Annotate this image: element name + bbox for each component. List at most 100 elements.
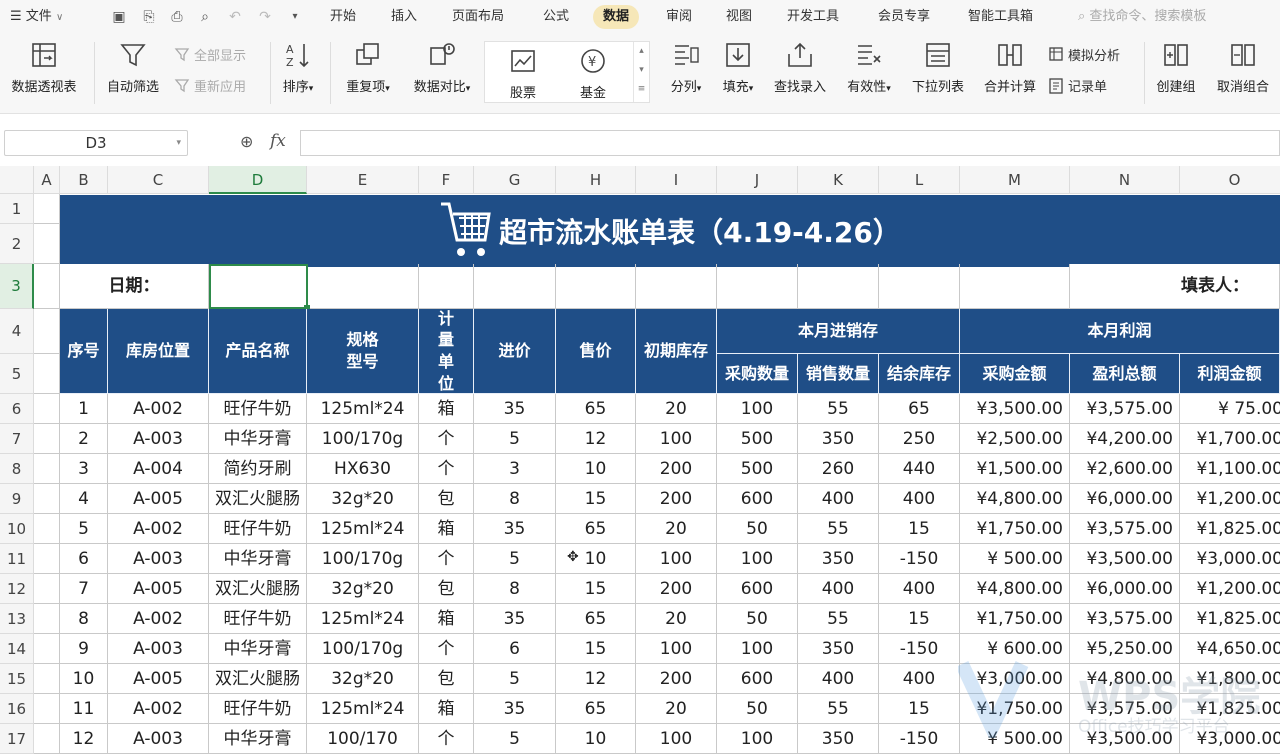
table-cell[interactable]: 中华牙膏 [209, 424, 307, 454]
cell-a15[interactable] [34, 664, 60, 694]
table-cell[interactable]: 4 [60, 484, 108, 514]
row-header-17[interactable]: 17 [0, 724, 34, 754]
table-cell[interactable]: 125ml*24 [307, 694, 419, 724]
table-cell[interactable]: 20 [636, 394, 717, 424]
column-header-h[interactable]: H [556, 166, 636, 194]
table-cell[interactable]: 100 [717, 544, 798, 574]
table-cell[interactable]: 中华牙膏 [209, 544, 307, 574]
column-header-f[interactable]: F [419, 166, 474, 194]
table-cell[interactable]: 350 [798, 634, 879, 664]
table-cell[interactable]: ¥ 75.00 [1180, 394, 1280, 424]
table-cell[interactable]: 500 [717, 424, 798, 454]
table-cell[interactable]: 15 [556, 484, 636, 514]
table-cell[interactable]: 10 [556, 454, 636, 484]
row-header-9[interactable]: 9 [0, 484, 34, 514]
cell-f3[interactable] [419, 264, 474, 309]
table-cell[interactable]: A-003 [108, 424, 209, 454]
table-cell[interactable]: 125ml*24 [307, 394, 419, 424]
table-cell[interactable]: 15 [879, 514, 960, 544]
table-cell[interactable]: 包 [419, 484, 474, 514]
table-cell[interactable]: 65 [556, 694, 636, 724]
duplicates-button[interactable]: 重复项▾ [340, 40, 396, 95]
column-header-i[interactable]: I [636, 166, 717, 194]
table-cell[interactable]: 简约牙刷 [209, 454, 307, 484]
row-header-12[interactable]: 12 [0, 574, 34, 604]
table-cell[interactable]: 20 [636, 694, 717, 724]
table-cell[interactable]: 600 [717, 664, 798, 694]
lookup-entry-button[interactable]: 查找录入 [768, 40, 832, 95]
table-cell[interactable]: 400 [879, 664, 960, 694]
table-cell[interactable]: 11 [60, 694, 108, 724]
table-cell[interactable]: A-004 [108, 454, 209, 484]
table-cell[interactable]: 50 [717, 604, 798, 634]
table-cell[interactable]: 8 [60, 604, 108, 634]
table-cell[interactable]: 10 [556, 724, 636, 754]
table-cell[interactable]: 100 [636, 424, 717, 454]
zoom-formula-icon[interactable]: ⊕ [240, 132, 253, 151]
format-painter-icon[interactable]: ⎘ [140, 8, 158, 26]
row-header-3[interactable]: 3 [0, 264, 34, 309]
table-cell[interactable]: 3 [60, 454, 108, 484]
table-cell[interactable]: ¥3,575.00 [1070, 394, 1180, 424]
column-header-n[interactable]: N [1070, 166, 1180, 194]
text-to-columns-button[interactable]: 分列▾ [664, 40, 708, 95]
undo-icon[interactable]: ↶ [226, 8, 244, 26]
table-cell[interactable]: 双汇火腿肠 [209, 574, 307, 604]
gallery-scroll[interactable]: ▴ ▾ ≡ [633, 42, 649, 102]
table-cell[interactable]: 200 [636, 454, 717, 484]
table-cell[interactable]: 旺仔牛奶 [209, 604, 307, 634]
cell-a2[interactable] [34, 224, 60, 264]
column-header-l[interactable]: L [879, 166, 960, 194]
column-header-k[interactable]: K [798, 166, 879, 194]
cell-a5[interactable] [34, 354, 60, 394]
cell-a9[interactable] [34, 484, 60, 514]
sort-button[interactable]: AZ 排序▾ [276, 40, 320, 95]
table-cell[interactable]: ¥2,600.00 [1070, 454, 1180, 484]
table-cell[interactable]: 400 [879, 484, 960, 514]
row-header-6[interactable]: 6 [0, 394, 34, 424]
table-cell[interactable]: ¥1,750.00 [960, 604, 1070, 634]
table-cell[interactable]: 65 [556, 514, 636, 544]
table-cell[interactable]: 400 [798, 664, 879, 694]
table-cell[interactable]: -150 [879, 544, 960, 574]
cell-a1[interactable] [34, 194, 60, 224]
table-cell[interactable]: 2 [60, 424, 108, 454]
command-search[interactable]: ⌕ 查找命令、搜索模板 [1078, 0, 1206, 34]
table-cell[interactable]: 440 [879, 454, 960, 484]
table-cell[interactable]: 400 [879, 574, 960, 604]
cell-m3[interactable] [960, 264, 1070, 309]
table-cell[interactable]: 15 [556, 574, 636, 604]
row-header-16[interactable]: 16 [0, 694, 34, 724]
table-cell[interactable]: ¥4,800.00 [960, 484, 1070, 514]
cell-a10[interactable] [34, 514, 60, 544]
table-cell[interactable]: 个 [419, 424, 474, 454]
data-validation-button[interactable]: 有效性▾ [840, 40, 898, 95]
table-cell[interactable]: 旺仔牛奶 [209, 394, 307, 424]
cell-i3[interactable] [636, 264, 717, 309]
table-cell[interactable]: A-005 [108, 484, 209, 514]
column-header-c[interactable]: C [108, 166, 209, 194]
table-cell[interactable]: ¥1,500.00 [960, 454, 1070, 484]
table-cell[interactable]: A-003 [108, 634, 209, 664]
sheet-title-banner[interactable]: 超市流水账单表（4.19-4.26） [60, 195, 1280, 267]
table-cell[interactable]: 100 [717, 724, 798, 754]
table-cell[interactable]: 100/170g [307, 544, 419, 574]
table-cell[interactable]: 箱 [419, 604, 474, 634]
table-cell[interactable]: ¥4,200.00 [1070, 424, 1180, 454]
table-cell[interactable]: ¥1,825.00 [1180, 604, 1280, 634]
name-box[interactable]: D3 ▾ [4, 130, 188, 156]
tab-insert[interactable]: 插入 [381, 5, 427, 29]
table-cell[interactable]: 15 [879, 694, 960, 724]
row-header-5[interactable]: 5 [0, 354, 34, 394]
table-cell[interactable]: ¥1,200.00 [1180, 484, 1280, 514]
row-header-8[interactable]: 8 [0, 454, 34, 484]
table-cell[interactable]: 7 [60, 574, 108, 604]
table-cell[interactable]: 1 [60, 394, 108, 424]
cell-g3[interactable] [474, 264, 556, 309]
table-cell[interactable]: 100 [717, 634, 798, 664]
table-cell[interactable]: 6 [474, 634, 556, 664]
save-icon[interactable]: ▣ [110, 8, 128, 26]
cell-a14[interactable] [34, 634, 60, 664]
table-cell[interactable]: 55 [798, 694, 879, 724]
column-header-b[interactable]: B [60, 166, 108, 194]
